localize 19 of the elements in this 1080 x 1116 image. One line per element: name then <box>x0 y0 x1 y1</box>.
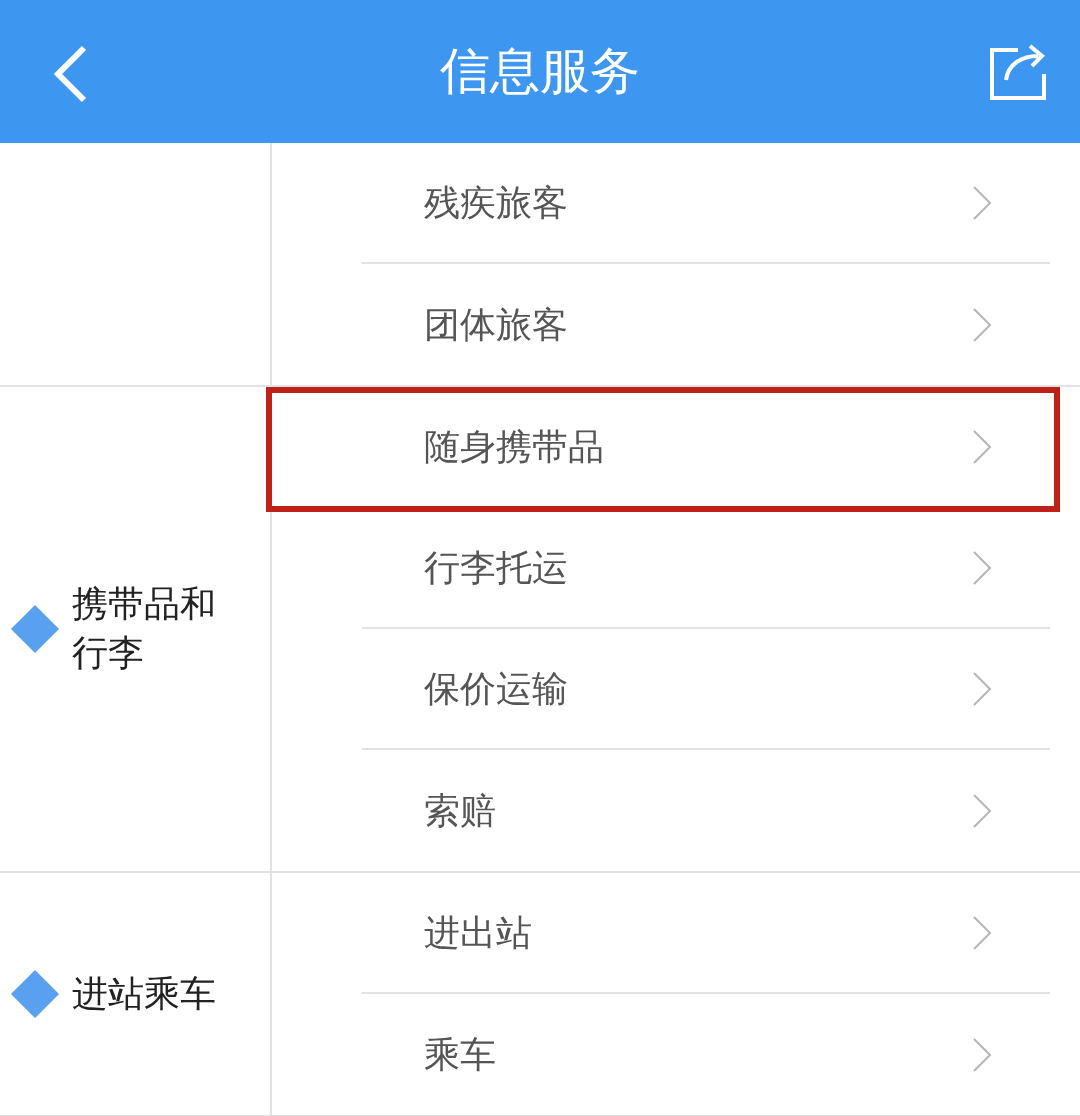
chevron-icon <box>972 306 992 343</box>
menu-item[interactable]: 保价运输 <box>424 661 568 716</box>
chevron-icon <box>972 792 992 829</box>
category-label: 携带品和行李 <box>72 582 217 675</box>
menu-item[interactable]: 残疾旅客 <box>424 175 568 230</box>
category-label: 进站乘车 <box>72 971 217 1016</box>
chevron-icon <box>972 670 992 707</box>
menu-item[interactable]: 乘车 <box>424 1027 496 1082</box>
menu-item[interactable]: 行李托运 <box>424 540 568 595</box>
menu-item[interactable]: 随身携带品 <box>424 419 604 474</box>
chevron-icon <box>972 914 992 951</box>
chevron-icon <box>972 549 992 586</box>
menu-item[interactable]: 进出站 <box>424 905 532 960</box>
page-title: 信息服务 <box>440 41 640 102</box>
chevron-icon <box>972 1036 992 1073</box>
chevron-icon <box>972 428 992 465</box>
menu-item[interactable]: 索赔 <box>424 783 496 838</box>
chevron-icon <box>972 184 992 221</box>
menu-item[interactable]: 团体旅客 <box>424 297 568 352</box>
